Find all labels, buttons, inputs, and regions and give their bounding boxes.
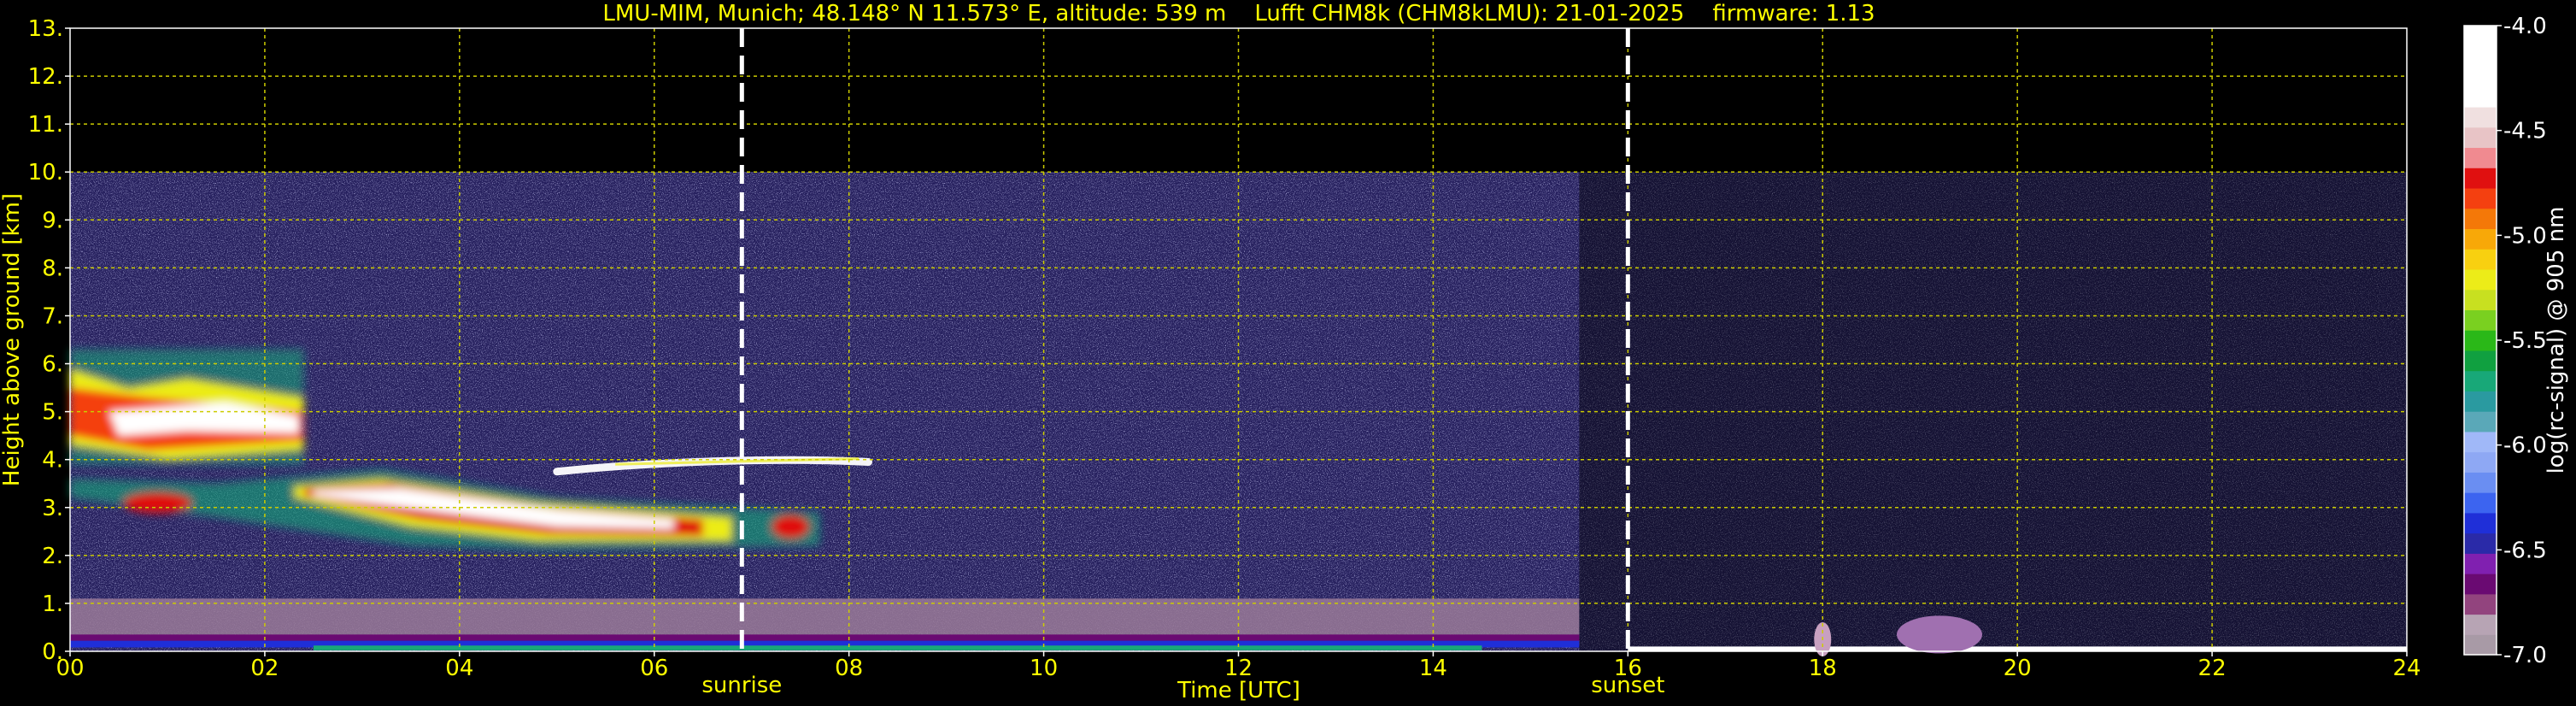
colorbar-tick-label: -7.0	[2503, 643, 2547, 668]
colorbar-segment	[2464, 268, 2497, 291]
y-tick-label: 9.	[42, 208, 63, 233]
colorbar-segment	[2464, 614, 2497, 635]
x-tick-label: 06	[640, 656, 668, 681]
x-tick-label: 10	[1030, 656, 1058, 681]
y-tick-label: 4.	[42, 448, 63, 474]
colorbar-segment	[2464, 126, 2497, 149]
colorbar-segment	[2464, 634, 2497, 656]
colorbar-tick-label: -6.0	[2503, 433, 2547, 459]
y-tick-label: 2.	[42, 544, 63, 569]
colorbar-segment	[2464, 66, 2497, 87]
x-axis-label: Time [UTC]	[1177, 678, 1300, 703]
y-tick-label: 10.	[28, 160, 63, 185]
y-tick-label: 6.	[42, 352, 63, 378]
colorbar-segment	[2464, 411, 2497, 432]
colorbar-segment	[2464, 45, 2497, 68]
x-tick-label: 08	[835, 656, 863, 681]
cloud-patch	[772, 515, 810, 539]
y-tick-label: 12.	[28, 64, 63, 90]
aerosol-patch	[1897, 615, 1982, 654]
colorbar-tick-label: -4.5	[2503, 119, 2547, 144]
colorbar-segment	[2464, 289, 2497, 310]
ceilometer-chart: sunrise sunset 00 02 04 06 08 10 12 14 16 18 20 22 24…	[0, 0, 2576, 706]
colorbar-segment	[2464, 492, 2497, 514]
colorbar-segment	[2464, 168, 2497, 189]
colorbar-segment	[2464, 532, 2497, 554]
y-tick-label: 7.	[42, 303, 63, 329]
chart-title: LMU-MIM, Munich; 48.148° N 11.573° E, al…	[602, 1, 1875, 26]
x-tick-label: 24	[2392, 656, 2421, 681]
colorbar-segment	[2464, 574, 2497, 595]
x-tick-label: 22	[2198, 656, 2227, 681]
colorbar-tick-label: -5.0	[2503, 223, 2547, 249]
colorbar-segment	[2464, 593, 2497, 615]
colorbar-segment	[2464, 472, 2497, 493]
upper-cloud	[70, 349, 304, 465]
y-tick-label: 8.	[42, 256, 63, 281]
y-tick-label: 0.	[42, 639, 63, 665]
y-tick-label: 5.	[42, 400, 63, 426]
x-tick-label: 14	[1419, 656, 1447, 681]
colorbar-segment	[2464, 350, 2497, 372]
colorbar-segment	[2464, 330, 2497, 351]
x-tick-label: 16	[1614, 656, 1642, 681]
y-tick-label: 3.	[42, 496, 63, 521]
x-tick-label: 04	[445, 656, 473, 681]
colorbar-segment	[2464, 370, 2497, 391]
colorbar-segment	[2464, 147, 2497, 168]
y-tick-label: 13.	[28, 16, 63, 42]
colorbar-segment	[2464, 249, 2497, 270]
colorbar-segment	[2464, 391, 2497, 412]
colorbar-segment	[2464, 26, 2497, 47]
x-tick-label: 02	[250, 656, 279, 681]
colorbar-segment	[2464, 553, 2497, 574]
sunrise-label: sunrise	[701, 673, 782, 698]
boundary-layer-aerosol	[70, 598, 1580, 639]
colorbar-tick-label: -4.0	[2503, 14, 2547, 39]
y-tick-label: 1.	[42, 591, 63, 617]
cloud-patch	[123, 492, 192, 514]
colorbar-tick-label: -5.5	[2503, 328, 2547, 354]
x-tick-label: 20	[2004, 656, 2032, 681]
colorbar-segment	[2464, 228, 2497, 250]
y-axis-label: Height above ground [km]	[0, 193, 25, 486]
boundary-layer-green	[313, 645, 1482, 650]
colorbar-label: log(rc-signal) @ 905 nm	[2544, 207, 2569, 474]
colorbar-segment	[2464, 309, 2497, 331]
colorbar-segment	[2464, 187, 2497, 209]
colorbar-segment	[2464, 208, 2497, 230]
y-tick-label: 11.	[28, 112, 63, 138]
colorbar-segment	[2464, 512, 2497, 534]
colorbar-segment	[2464, 431, 2497, 453]
colorbar-segment	[2464, 451, 2497, 473]
colorbar-segment	[2464, 86, 2497, 108]
colorbar-tick-label: -6.5	[2503, 538, 2547, 563]
x-tick-label: 18	[1809, 656, 1837, 681]
colorbar-segment	[2464, 106, 2497, 128]
